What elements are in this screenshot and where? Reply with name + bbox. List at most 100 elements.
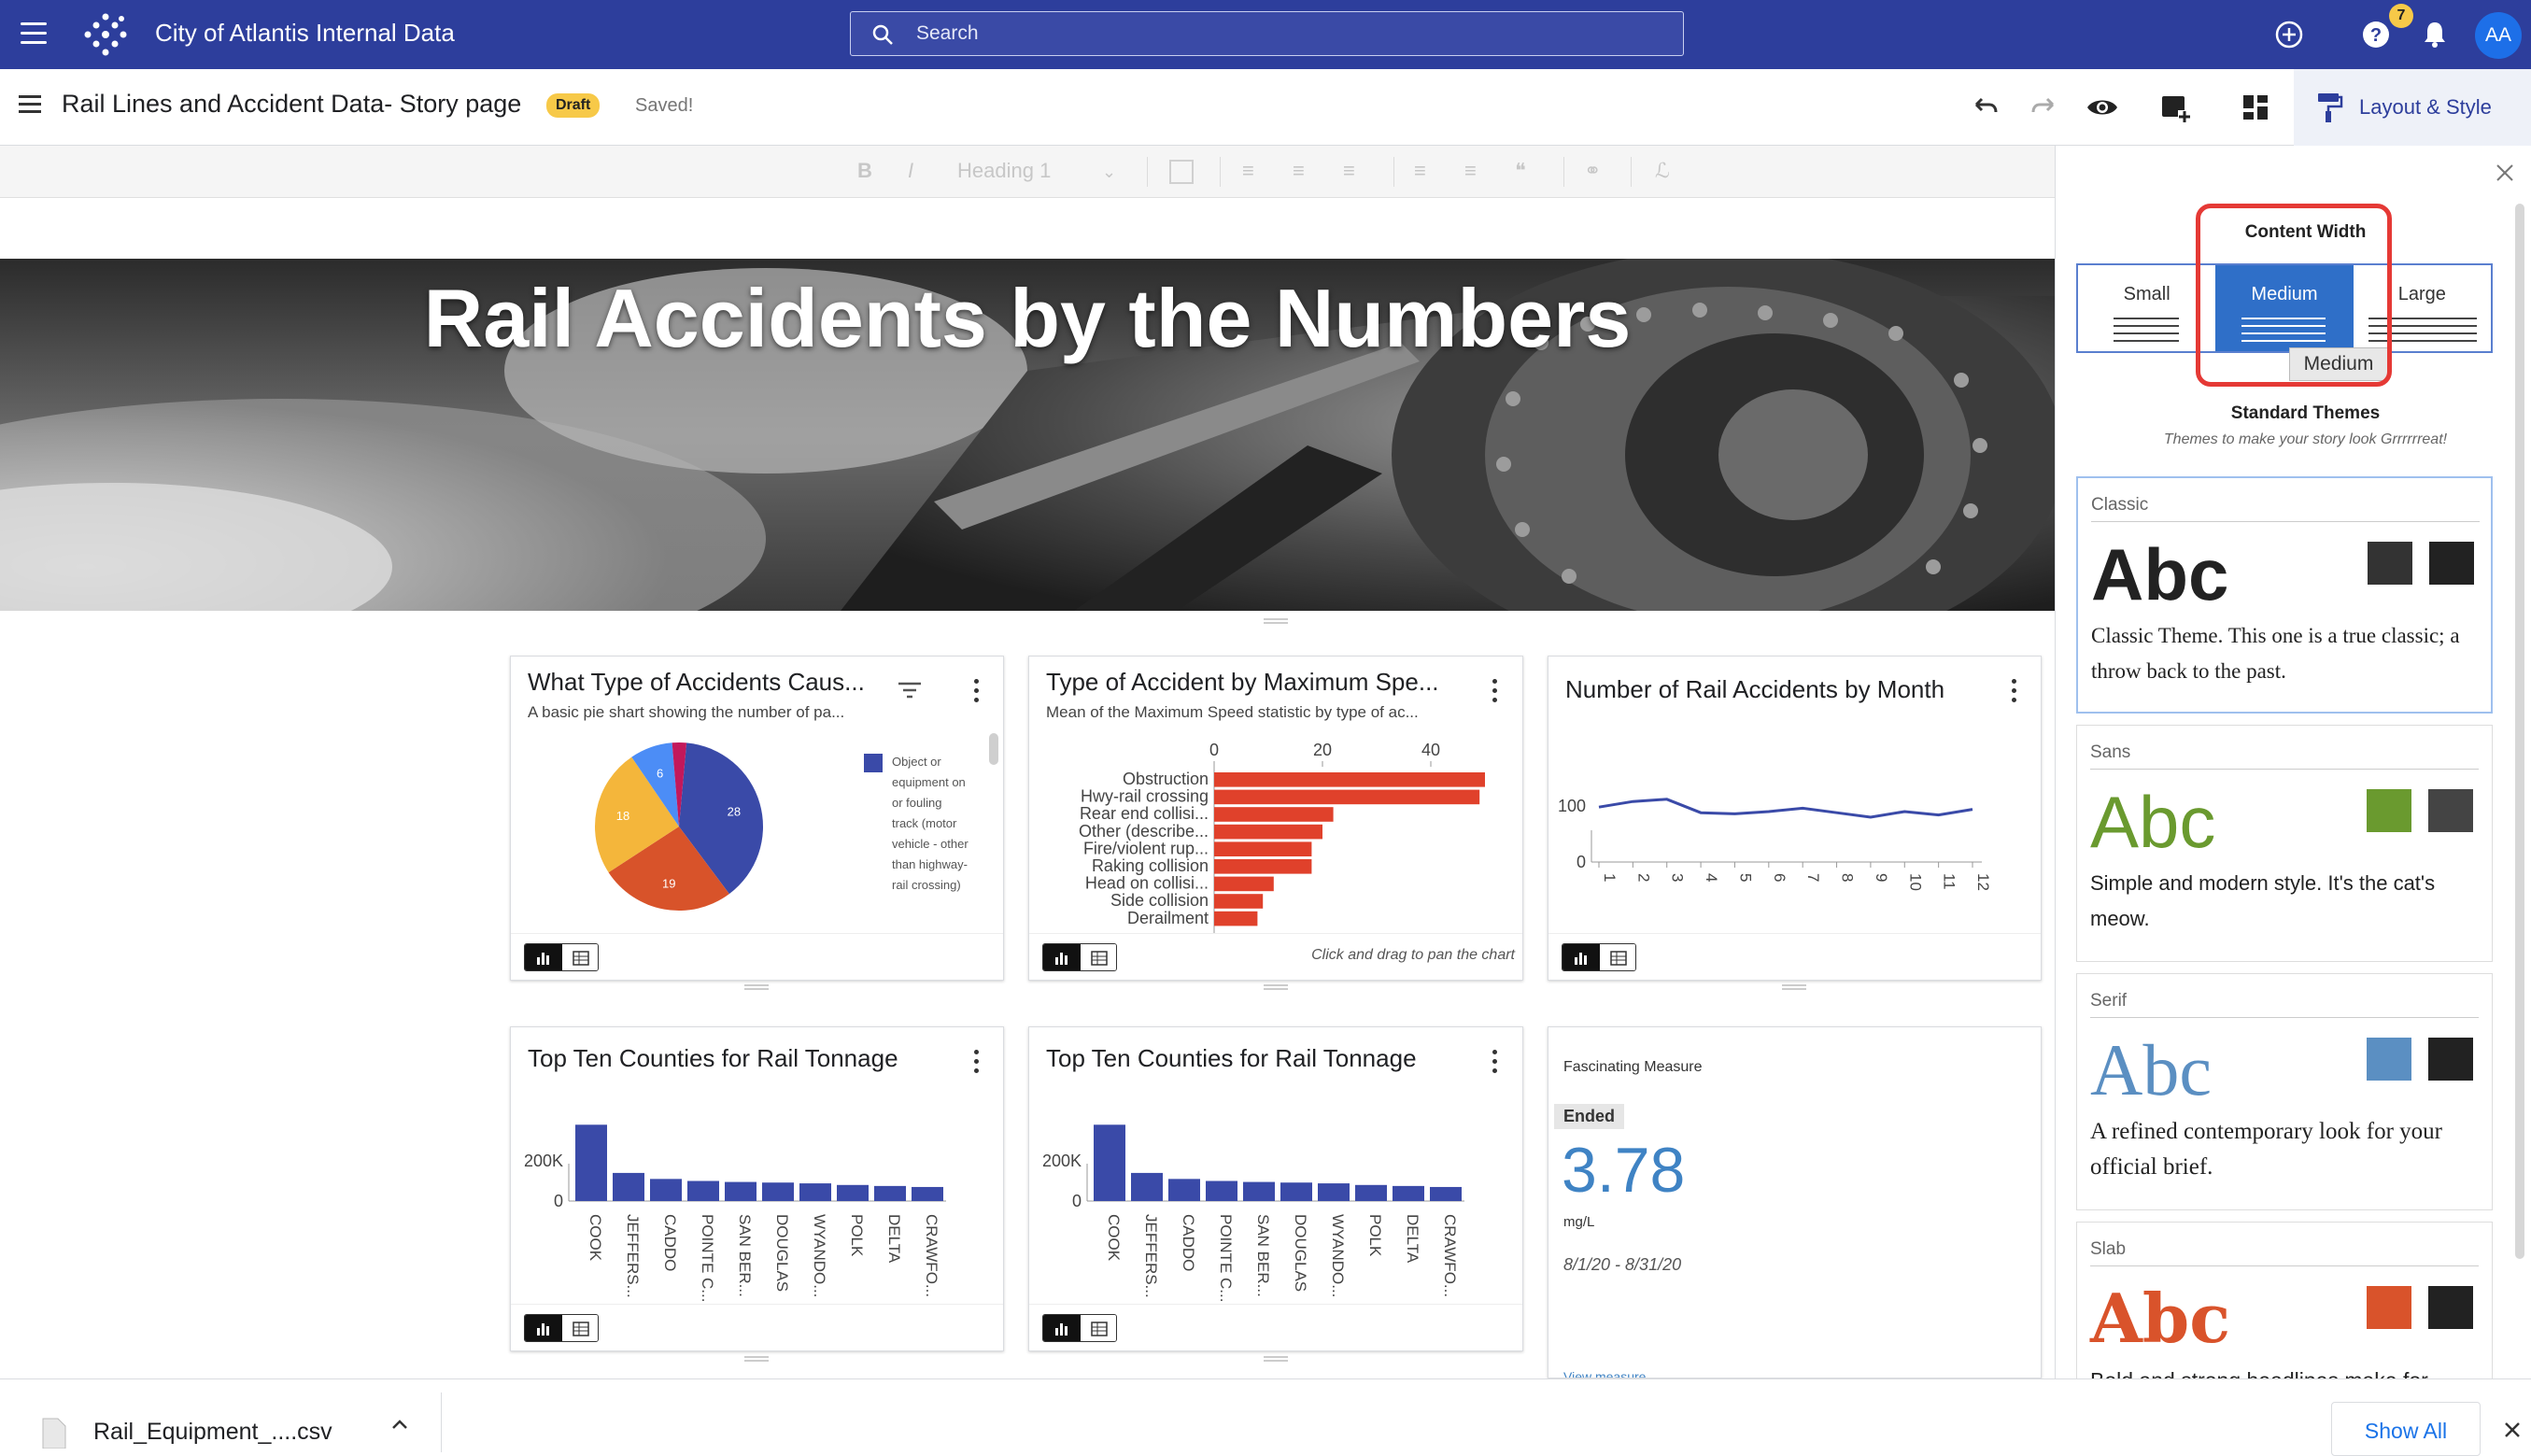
download-file-name[interactable]: Rail_Equipment_....csv xyxy=(93,1419,332,1446)
search-input[interactable] xyxy=(916,12,1663,54)
theme-description: Classic Theme. This one is a true classi… xyxy=(2091,624,2460,683)
category-label: SAN BER... xyxy=(1254,1214,1272,1297)
x-tick-label: 7 xyxy=(1804,873,1822,882)
link-icon[interactable]: ⚭ xyxy=(1584,159,1601,183)
undo-icon[interactable] xyxy=(1967,90,2002,125)
view-toggle[interactable] xyxy=(1042,1314,1117,1342)
panel-scrollbar[interactable] xyxy=(2515,204,2524,1259)
card-menu-icon[interactable] xyxy=(972,1048,980,1076)
bell-icon[interactable] xyxy=(2417,17,2453,52)
theme-card-classic[interactable]: Classic Abc Classic Theme. This one is a… xyxy=(2076,476,2493,714)
view-toggle[interactable] xyxy=(524,943,599,971)
numbered-list-icon[interactable]: ≡ xyxy=(1414,159,1426,183)
add-media-icon[interactable] xyxy=(2157,90,2193,125)
view-measure-link[interactable]: View measure xyxy=(1563,1369,1646,1378)
resize-handle[interactable] xyxy=(1264,1356,1288,1362)
main-menu-icon[interactable] xyxy=(21,22,49,47)
theme-sample: Abc xyxy=(2091,533,2229,615)
chart-view-icon[interactable] xyxy=(1043,944,1081,970)
avatar[interactable]: AA xyxy=(2475,12,2522,59)
table-view-icon[interactable] xyxy=(562,1315,598,1341)
blockquote-icon[interactable]: ❝ xyxy=(1515,159,1526,183)
table-view-icon[interactable] xyxy=(1600,944,1635,970)
legend-swatch xyxy=(864,754,883,772)
bar xyxy=(613,1172,644,1201)
theme-card-sans[interactable]: Sans Abc Simple and modern style. It's t… xyxy=(2076,725,2493,962)
card-menu-icon[interactable] xyxy=(1491,1048,1498,1076)
align-center-icon[interactable]: ≡ xyxy=(1293,159,1305,183)
theme-description: A refined contemporary look for your off… xyxy=(2090,1119,2442,1180)
add-circle-icon[interactable] xyxy=(2271,17,2307,52)
bar xyxy=(1430,1186,1462,1201)
filter-icon[interactable] xyxy=(896,679,924,701)
x-tick-label: 4 xyxy=(1703,873,1720,882)
bullet-list-icon[interactable]: ≡ xyxy=(1464,159,1477,183)
x-tick-label: 0 xyxy=(1209,741,1219,759)
y-tick-label: 200K xyxy=(524,1152,563,1170)
resize-handle[interactable] xyxy=(1264,984,1288,990)
heading-select[interactable]: Heading 1 xyxy=(957,159,1051,183)
search-bar[interactable] xyxy=(850,11,1684,56)
close-icon[interactable] xyxy=(2495,163,2515,183)
chevron-down-icon[interactable]: ⌄ xyxy=(1102,163,1116,182)
bold-button[interactable]: B xyxy=(857,159,872,183)
view-toggle[interactable] xyxy=(524,1314,599,1342)
clear-format-icon[interactable]: ℒ xyxy=(1655,159,1670,183)
theme-accent-swatch xyxy=(2368,542,2412,585)
chart-view-icon[interactable] xyxy=(1043,1315,1081,1341)
help-icon[interactable]: ? xyxy=(2358,17,2394,52)
bar xyxy=(1214,841,1312,856)
hero-title[interactable]: Rail Accidents by the Numbers xyxy=(0,271,2055,366)
app-title[interactable]: City of Atlantis Internal Data xyxy=(155,19,455,48)
card-menu-icon[interactable] xyxy=(1491,677,1498,705)
pie-slice-label: 28 xyxy=(728,804,741,818)
italic-button[interactable]: I xyxy=(908,159,913,183)
color-swatch-icon[interactable] xyxy=(1169,160,1194,184)
horizontal-bar-chart[interactable]: 0 20 40 ObstructionHwy-rail crossingRear en… xyxy=(1029,741,1523,933)
chart-view-icon[interactable] xyxy=(525,944,562,970)
x-tick-label: 6 xyxy=(1771,873,1789,882)
table-view-icon[interactable] xyxy=(1081,944,1116,970)
layout-style-button[interactable]: Layout & Style xyxy=(2294,69,2531,146)
card-footer xyxy=(1548,933,2041,980)
bar xyxy=(1355,1184,1387,1201)
y-tick-label: 200K xyxy=(1042,1152,1082,1170)
story-menu-icon[interactable] xyxy=(19,95,43,116)
close-icon[interactable] xyxy=(2503,1421,2522,1439)
align-left-icon[interactable]: ≡ xyxy=(1242,159,1254,183)
preview-eye-icon[interactable] xyxy=(2085,90,2120,125)
card-menu-icon[interactable] xyxy=(2010,677,2017,705)
dashboard-icon[interactable] xyxy=(2238,90,2273,125)
download-bar: Rail_Equipment_....csv Show All xyxy=(0,1378,2531,1456)
column-chart[interactable]: 200K 0 COOK JEFFERS... CADDO POINTE C... SAN B… xyxy=(1029,1121,1523,1308)
legend-scrollbar[interactable] xyxy=(989,733,998,765)
view-toggle[interactable] xyxy=(1562,943,1636,971)
resize-handle[interactable] xyxy=(1264,618,1288,624)
bar xyxy=(1393,1185,1424,1201)
chart-view-icon[interactable] xyxy=(525,1315,562,1341)
svg-text:?: ? xyxy=(2370,25,2382,46)
table-view-icon[interactable] xyxy=(562,944,598,970)
line-chart[interactable]: 10001 2 3 4 5 6 7 8 9 10 11 12 xyxy=(1548,741,2042,927)
theme-card-slab[interactable]: Slab Abc Bold and strong headlines make … xyxy=(2076,1222,2493,1378)
column-chart[interactable]: 200K 0 COOK JEFFERS... CADDO POINTE C... SAN B… xyxy=(511,1121,1004,1308)
bar xyxy=(1214,859,1312,874)
theme-card-serif[interactable]: Serif Abc A refined contemporary look fo… xyxy=(2076,973,2493,1210)
show-all-button[interactable]: Show All xyxy=(2331,1402,2481,1456)
chevron-up-icon[interactable] xyxy=(389,1413,411,1435)
page-title[interactable]: Rail Lines and Accident Data- Story page xyxy=(62,90,521,119)
pie-slice-label: 18 xyxy=(616,809,629,823)
category-label: CRAWFO... xyxy=(923,1214,940,1297)
resize-handle[interactable] xyxy=(744,1356,769,1362)
table-view-icon[interactable] xyxy=(1081,1315,1116,1341)
resize-handle[interactable] xyxy=(744,984,769,990)
redo-icon[interactable] xyxy=(2027,90,2062,125)
chart-legend[interactable]: Object or equipment on or fouling track (mo… xyxy=(892,752,995,896)
card-title: Type of Accident by Maximum Spe... xyxy=(1046,668,1439,696)
chart-view-icon[interactable] xyxy=(1562,944,1600,970)
view-toggle[interactable] xyxy=(1042,943,1117,971)
card-menu-icon[interactable] xyxy=(972,677,980,705)
align-right-icon[interactable]: ≡ xyxy=(1343,159,1355,183)
pie-chart[interactable]: 28 19 18 6 xyxy=(586,733,772,920)
resize-handle[interactable] xyxy=(1782,984,1806,990)
